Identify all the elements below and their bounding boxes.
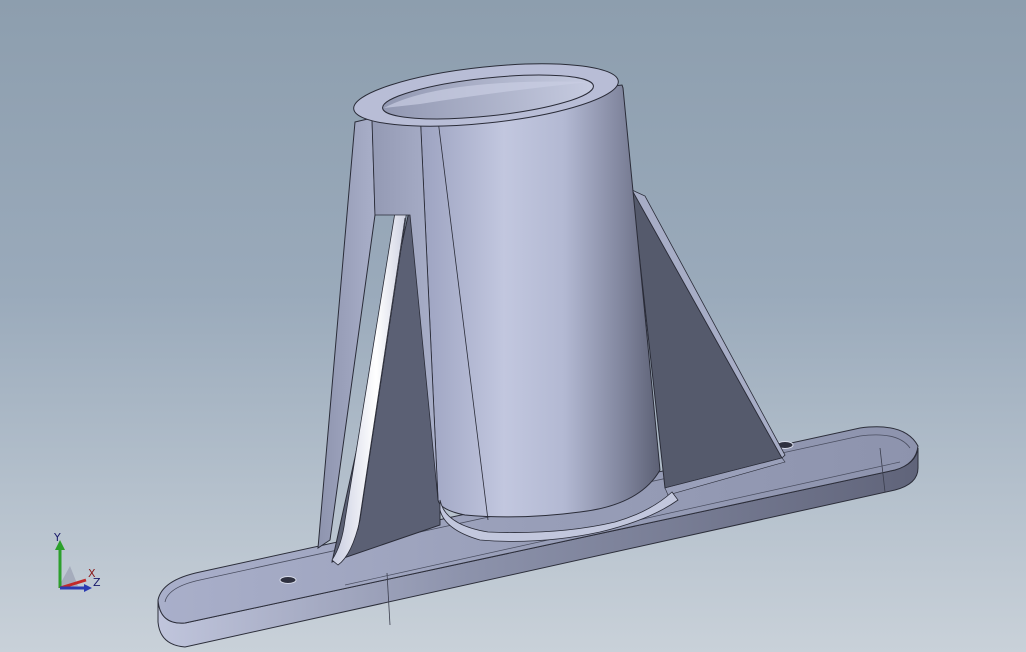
triad-z-label: Z — [93, 576, 101, 589]
mount-hole-left[interactable] — [279, 576, 297, 584]
z-axis-arrowhead — [84, 584, 92, 592]
tube-boss-wall — [419, 84, 661, 518]
view-orientation-triad: Y X Z — [48, 530, 108, 600]
graphics-viewport[interactable]: Y X Z — [0, 0, 1026, 652]
triad-y-label: Y — [54, 531, 61, 544]
3d-model-view[interactable] — [0, 0, 1026, 652]
